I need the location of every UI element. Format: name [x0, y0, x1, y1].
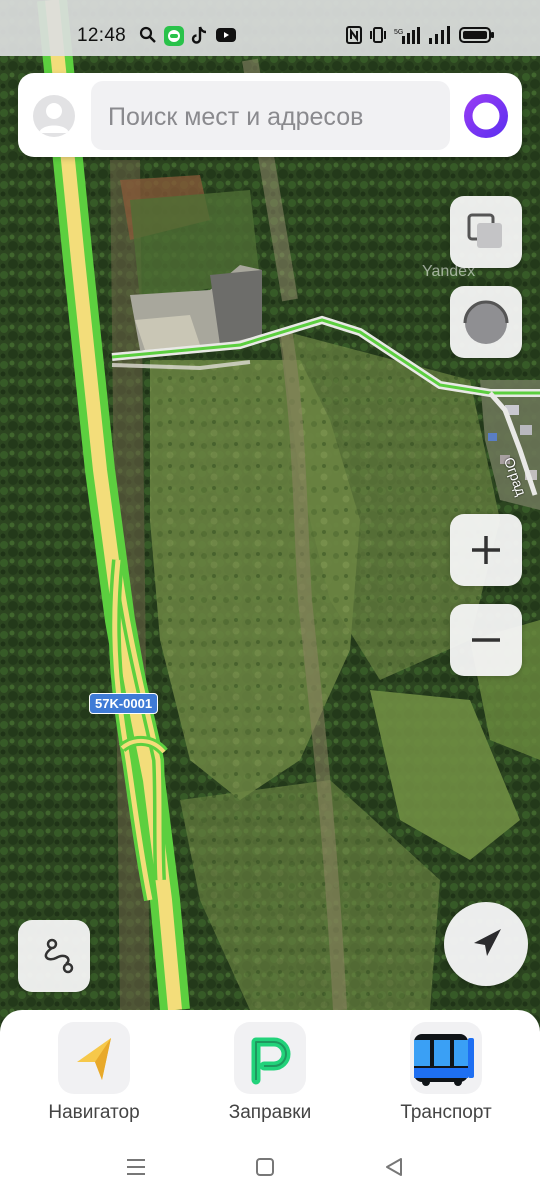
search-placeholder: Поиск мест и адресов	[108, 103, 364, 131]
fuel-label[interactable]: Заправки	[200, 1102, 340, 1124]
back-icon[interactable]	[384, 1157, 404, 1177]
route-icon	[44, 938, 74, 974]
my-location-button[interactable]	[444, 902, 528, 986]
route-button[interactable]	[18, 920, 90, 992]
zoom-in-button[interactable]	[450, 514, 522, 586]
overlay-toggle-icon	[463, 300, 509, 344]
search-card: Поиск мест и адресов	[18, 73, 522, 157]
system-nav-bar	[0, 1140, 540, 1200]
navigator-icon	[77, 1038, 111, 1080]
fuel-p-icon	[251, 1037, 291, 1085]
fuel-tile[interactable]	[234, 1022, 306, 1094]
tiktok-icon	[191, 26, 207, 44]
signal-icon	[429, 26, 450, 44]
svg-text:5G: 5G	[394, 29, 403, 36]
wifi-icon: 5G	[394, 27, 420, 44]
navigator-label[interactable]: Навигатор	[24, 1102, 164, 1124]
battery-icon	[459, 27, 494, 43]
vibrate-icon	[370, 27, 386, 43]
minus-icon	[472, 638, 500, 642]
plus-icon	[472, 536, 500, 564]
messenger-icon	[164, 26, 184, 46]
menu-icon[interactable]	[126, 1158, 146, 1176]
user-avatar-icon[interactable]	[33, 95, 75, 137]
status-bar: 12:48 5G	[0, 0, 540, 56]
transport-label[interactable]: Транспорт	[376, 1102, 516, 1124]
navigator-tile[interactable]	[58, 1022, 130, 1094]
home-icon[interactable]	[256, 1158, 274, 1176]
youtube-icon	[216, 28, 236, 42]
nfc-icon	[346, 26, 362, 44]
layers-icon	[467, 213, 502, 248]
zoom-out-button[interactable]	[450, 604, 522, 676]
layers-button[interactable]	[450, 196, 522, 268]
navigation-arrow-icon	[474, 929, 501, 956]
transport-tile[interactable]	[410, 1022, 482, 1094]
search-input[interactable]: Поиск мест и адресов	[91, 81, 450, 150]
alice-assistant-icon[interactable]	[464, 94, 508, 138]
bus-icon	[414, 1034, 474, 1086]
status-time: 12:48	[77, 25, 127, 46]
search-icon	[139, 26, 156, 43]
overlay-toggle-button[interactable]	[450, 286, 522, 358]
road-number-label: 57K-0001	[89, 693, 159, 714]
